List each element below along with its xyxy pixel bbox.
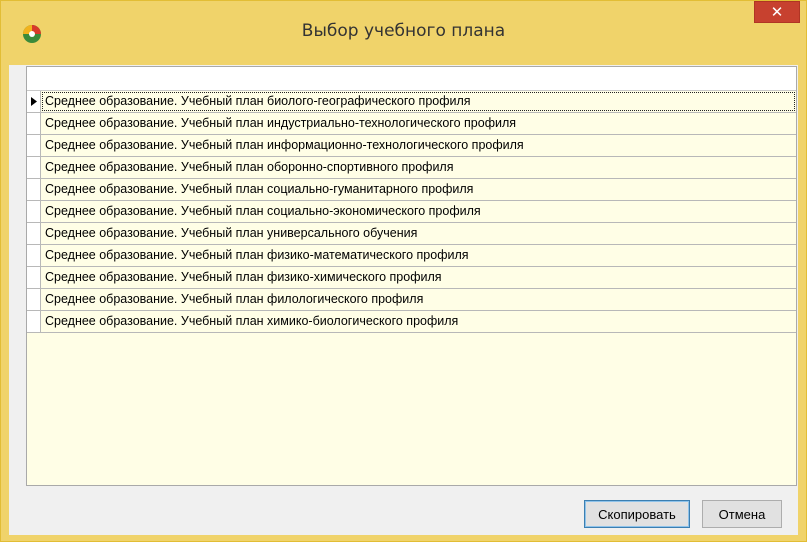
plan-name-cell[interactable]: Среднее образование. Учебный план физико… bbox=[41, 267, 796, 288]
row-indicator[interactable] bbox=[27, 135, 41, 156]
row-indicator[interactable] bbox=[27, 223, 41, 244]
grid-header bbox=[27, 67, 796, 91]
table-row[interactable]: Среднее образование. Учебный план биолог… bbox=[27, 91, 796, 113]
row-indicator[interactable] bbox=[27, 311, 41, 332]
table-row[interactable]: Среднее образование. Учебный план социал… bbox=[27, 179, 796, 201]
row-indicator[interactable] bbox=[27, 113, 41, 134]
row-indicator[interactable] bbox=[27, 157, 41, 178]
row-indicator[interactable] bbox=[27, 245, 41, 266]
table-row[interactable]: Среднее образование. Учебный план универ… bbox=[27, 223, 796, 245]
row-indicator[interactable] bbox=[27, 179, 41, 200]
title-bar[interactable]: Выбор учебного плана ✕ bbox=[1, 1, 806, 65]
row-indicator[interactable] bbox=[27, 201, 41, 222]
plan-name-cell[interactable]: Среднее образование. Учебный план оборон… bbox=[41, 157, 796, 178]
plan-name-cell[interactable]: Среднее образование. Учебный план химико… bbox=[41, 311, 796, 332]
plan-name-cell[interactable]: Среднее образование. Учебный план индуст… bbox=[41, 113, 796, 134]
close-icon: ✕ bbox=[770, 3, 784, 21]
row-indicator[interactable] bbox=[27, 91, 41, 112]
current-row-arrow-icon bbox=[30, 97, 37, 106]
plan-name-cell[interactable]: Среднее образование. Учебный план информ… bbox=[41, 135, 796, 156]
window-title: Выбор учебного плана bbox=[301, 21, 506, 41]
plan-name-cell[interactable]: Среднее образование. Учебный план филоло… bbox=[41, 289, 796, 310]
plan-name-cell[interactable]: Среднее образование. Учебный план социал… bbox=[41, 201, 796, 222]
table-row[interactable]: Среднее образование. Учебный план информ… bbox=[27, 135, 796, 157]
plan-name-cell[interactable]: Среднее образование. Учебный план биолог… bbox=[41, 91, 796, 112]
copy-button[interactable]: Скопировать bbox=[584, 500, 690, 528]
row-indicator[interactable] bbox=[27, 289, 41, 310]
cancel-button[interactable]: Отмена bbox=[702, 500, 782, 528]
row-indicator[interactable] bbox=[27, 267, 41, 288]
plan-name-cell[interactable]: Среднее образование. Учебный план физико… bbox=[41, 245, 796, 266]
table-row[interactable]: Среднее образование. Учебный план физико… bbox=[27, 245, 796, 267]
plans-grid[interactable]: Среднее образование. Учебный план биолог… bbox=[26, 66, 797, 486]
table-row[interactable]: Среднее образование. Учебный план социал… bbox=[27, 201, 796, 223]
plan-name-cell[interactable]: Среднее образование. Учебный план универ… bbox=[41, 223, 796, 244]
plan-name-cell[interactable]: Среднее образование. Учебный план социал… bbox=[41, 179, 796, 200]
table-row[interactable]: Среднее образование. Учебный план филоло… bbox=[27, 289, 796, 311]
table-row[interactable]: Среднее образование. Учебный план оборон… bbox=[27, 157, 796, 179]
table-row[interactable]: Среднее образование. Учебный план химико… bbox=[27, 311, 796, 333]
table-row[interactable]: Среднее образование. Учебный план физико… bbox=[27, 267, 796, 289]
close-button[interactable]: ✕ bbox=[754, 1, 800, 23]
table-row[interactable]: Среднее образование. Учебный план индуст… bbox=[27, 113, 796, 135]
grid-rows: Среднее образование. Учебный план биолог… bbox=[27, 91, 796, 333]
